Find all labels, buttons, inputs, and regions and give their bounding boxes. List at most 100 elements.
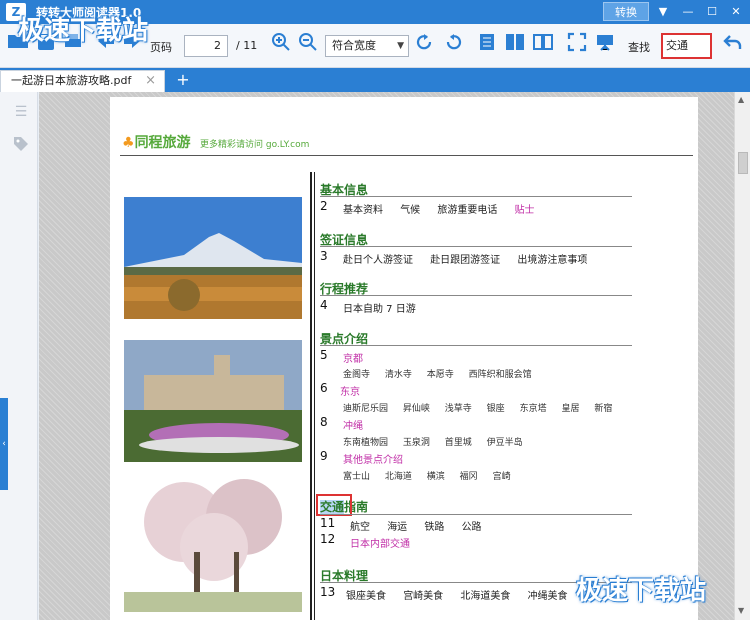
toc-sublink[interactable]: 本愿寺 — [427, 370, 454, 380]
section-divider — [320, 196, 632, 197]
page-ref: 8 — [320, 415, 328, 429]
header-divider — [120, 155, 693, 156]
toc-subrow: 富士山 北海道 横滨 福冈 宫崎 — [343, 469, 523, 482]
toc-link[interactable]: 气候 — [400, 205, 420, 216]
bookmark-tag-icon[interactable] — [12, 136, 30, 152]
section-divider — [320, 295, 632, 296]
toc-link[interactable]: 日本内部交通 — [350, 535, 410, 550]
page-ref: 11 — [320, 516, 336, 530]
scrollbar-thumb[interactable] — [738, 152, 748, 174]
tab-close-icon[interactable]: × — [145, 71, 156, 91]
fit-mode-select[interactable]: 符合宽度 ▼ — [325, 35, 409, 57]
cherry-blossom-photo — [124, 472, 302, 612]
watermark-top: 极速下载站 — [18, 16, 149, 46]
section-divider — [320, 514, 632, 515]
single-page-icon[interactable] — [476, 32, 498, 58]
collapse-panel-handle[interactable]: ‹ — [0, 398, 8, 490]
scroll-up-icon[interactable]: ▲ — [738, 95, 744, 104]
tab-bar: 一起游日本旅游攻略.pdf × + — [0, 68, 750, 92]
toc-link[interactable]: 北海道美食 — [460, 591, 510, 602]
close-button[interactable]: ✕ — [726, 3, 746, 21]
menu-dropdown-icon[interactable]: ▼ — [653, 3, 673, 21]
zoom-in-icon[interactable] — [270, 32, 292, 58]
page-ref: 4 — [320, 298, 328, 312]
toc-link[interactable]: 冲绳 — [343, 417, 363, 432]
outline-list-icon[interactable]: ☰ — [12, 104, 30, 120]
column-rule-thin — [314, 172, 315, 620]
rotate-left-icon[interactable] — [414, 32, 436, 58]
rotate-right-icon[interactable] — [442, 32, 464, 58]
toc-link[interactable]: 海运 — [387, 522, 407, 533]
toc-sublink[interactable]: 北海道 — [385, 472, 412, 482]
toc-link[interactable]: 宫崎美食 — [403, 591, 443, 602]
toc-sublink[interactable]: 新宿 — [594, 404, 612, 414]
toc-sublink[interactable]: 迪斯尼乐园 — [343, 404, 388, 414]
toc-sublink[interactable]: 昇仙峡 — [403, 404, 430, 414]
back-arrow-icon[interactable] — [722, 32, 744, 58]
toc-link[interactable]: 冲绳美食 — [528, 591, 568, 602]
toc-sublink[interactable]: 金阁寺 — [343, 370, 370, 380]
toc-sublink[interactable]: 福冈 — [460, 472, 478, 482]
toc-link[interactable]: 铁路 — [424, 522, 444, 533]
toc-sublink[interactable]: 清水寺 — [385, 370, 412, 380]
section-divider — [320, 345, 632, 346]
toc-link[interactable]: 京都 — [343, 350, 363, 365]
toc-sublink[interactable]: 银座 — [487, 404, 505, 414]
presentation-icon[interactable] — [594, 32, 616, 58]
toc-row: 赴日个人游签证 赴日跟团游签证 出境游注意事项 — [343, 251, 601, 266]
minimize-button[interactable]: — — [678, 3, 698, 21]
fit-mode-value: 符合宽度 — [332, 39, 376, 52]
toc-link[interactable]: 旅游重要电话 — [437, 205, 497, 216]
book-view-icon[interactable] — [532, 32, 554, 58]
add-tab-button[interactable]: + — [174, 71, 192, 89]
fullscreen-icon[interactable] — [566, 32, 588, 58]
toc-link[interactable]: 日本自助 7 日游 — [343, 304, 416, 315]
toc-link[interactable]: 银座美食 — [346, 591, 386, 602]
brand-subtitle: 更多精彩请访问 go.LY.com — [200, 140, 310, 150]
vertical-scrollbar[interactable]: ▲ ▼ — [734, 92, 750, 620]
toc-sublink[interactable]: 东京塔 — [520, 404, 547, 414]
scroll-down-icon[interactable]: ▼ — [738, 606, 744, 615]
toc-sublink[interactable]: 宫崎 — [493, 472, 511, 482]
toc-link[interactable]: 公路 — [462, 522, 482, 533]
search-label: 查找 — [628, 41, 650, 54]
toc-subrow: 东南植物园 玉泉洞 首里城 伊豆半岛 — [343, 435, 535, 448]
page-ref: 5 — [320, 348, 328, 362]
page-number-input[interactable]: 2 — [184, 35, 228, 57]
toc-sublink[interactable]: 东南植物园 — [343, 438, 388, 448]
document-tab[interactable]: 一起游日本旅游攻略.pdf × — [0, 70, 165, 92]
column-rule — [310, 172, 312, 620]
page-label: 页码 — [150, 41, 172, 54]
toc-link[interactable]: 赴日跟团游签证 — [430, 255, 500, 266]
convert-button[interactable]: 转换 — [603, 2, 649, 21]
toc-link[interactable]: 其他景点介绍 — [343, 451, 403, 466]
pdf-page: ♣同程旅游 更多精彩请访问 go.LY.com 基本信息 2 基本资料 气候 旅… — [110, 97, 698, 620]
search-input[interactable]: 交通 — [661, 33, 712, 59]
zoom-out-icon[interactable] — [297, 32, 319, 58]
page-ref: 9 — [320, 449, 328, 463]
toc-link[interactable]: 东京 — [340, 383, 360, 398]
toc-sublink[interactable]: 浅草寺 — [445, 404, 472, 414]
toc-link[interactable]: 航空 — [350, 522, 370, 533]
toc-link[interactable]: 贴士 — [515, 205, 535, 216]
toc-sublink[interactable]: 皇居 — [561, 404, 579, 414]
page-total: / 11 — [236, 39, 258, 52]
search-result-box — [316, 494, 352, 516]
brand-logo: ♣同程旅游 — [122, 135, 191, 151]
toc-subrow: 金阁寺 清水寺 本愿寺 西阵织和服会馆 — [343, 367, 544, 380]
toc-row: 航空 海运 铁路 公路 — [350, 518, 496, 533]
document-tab-label: 一起游日本旅游攻略.pdf — [11, 74, 132, 87]
toc-sublink[interactable]: 横滨 — [427, 472, 445, 482]
toc-sublink[interactable]: 富士山 — [343, 472, 370, 482]
maximize-button[interactable]: ☐ — [702, 3, 722, 21]
toc-sublink[interactable]: 西阵织和服会馆 — [469, 370, 532, 380]
document-viewer: ♣同程旅游 更多精彩请访问 go.LY.com 基本信息 2 基本资料 气候 旅… — [39, 92, 734, 620]
toc-link[interactable]: 出境游注意事项 — [517, 255, 587, 266]
toc-link[interactable]: 基本资料 — [343, 205, 383, 216]
toc-link[interactable]: 赴日个人游签证 — [343, 255, 413, 266]
double-page-icon[interactable] — [504, 32, 526, 58]
toc-sublink[interactable]: 伊豆半岛 — [487, 438, 523, 448]
toc-sublink[interactable]: 首里城 — [445, 438, 472, 448]
toc-sublink[interactable]: 玉泉洞 — [403, 438, 430, 448]
chevron-down-icon: ▼ — [397, 41, 404, 51]
